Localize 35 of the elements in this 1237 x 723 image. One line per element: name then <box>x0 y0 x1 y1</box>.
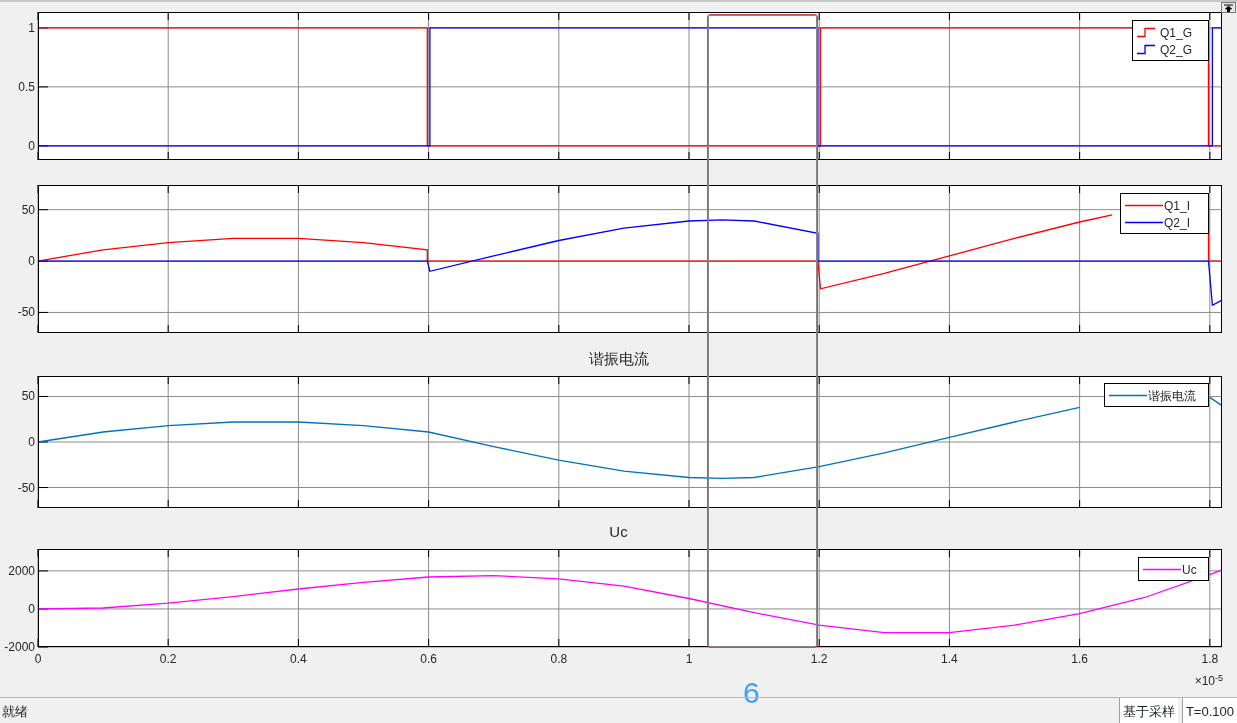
legend-label: Uc <box>1182 562 1197 577</box>
chart-title: Uc <box>609 523 628 542</box>
legend-label: Q1_I <box>1164 198 1190 213</box>
axis-tick-label: 2000 <box>8 563 35 578</box>
axis-tick-label: 0 <box>28 601 35 616</box>
legend-label: 谐振电流 <box>1148 388 1196 403</box>
axis-tick-label: 0.8 <box>550 652 568 666</box>
axis-tick-label: 0 <box>28 138 35 153</box>
axis-tick-label: 1.2 <box>810 652 828 666</box>
axis-tick-label: -50 <box>17 305 35 320</box>
axis-tick-label: 50 <box>21 389 35 404</box>
status-time: T=0.100 <box>1181 698 1237 723</box>
legend-label: Q1_G <box>1160 25 1192 40</box>
axis-tick-label: 0 <box>28 435 35 449</box>
annotation-label: 6 <box>743 676 760 710</box>
status-text: 就绪 <box>1 703 29 721</box>
axis-tick-label: 1 <box>685 652 693 666</box>
legend-label: Q2_G <box>1160 42 1192 57</box>
axis-tick-label: 1.6 <box>1071 652 1088 666</box>
axis-tick-label: -50 <box>17 480 35 495</box>
axis-tick-label: 50 <box>21 202 35 217</box>
axis-tick-label: 0 <box>28 254 35 269</box>
axis-tick-label: 0 <box>34 652 42 666</box>
axis-tick-label: 0.2 <box>159 652 177 666</box>
axis-tick-label: -2000 <box>4 640 35 654</box>
axis-tick-label: 0.6 <box>420 652 437 666</box>
axis-tick-label: 1.8 <box>1201 652 1219 666</box>
status-mode: 基于采样 <box>1118 698 1178 723</box>
legend-label: Q2_I <box>1164 215 1190 230</box>
axis-exponent: ×10$^{-5}$ <box>1194 672 1223 690</box>
axis-tick-label: 0.4 <box>290 652 307 666</box>
chart-title: 谐振电流 <box>588 350 649 369</box>
axis-tick-label: 1 <box>28 20 35 35</box>
axis-tick-label: 1.4 <box>941 652 958 666</box>
axis-tick-label: 0.5 <box>18 79 35 94</box>
